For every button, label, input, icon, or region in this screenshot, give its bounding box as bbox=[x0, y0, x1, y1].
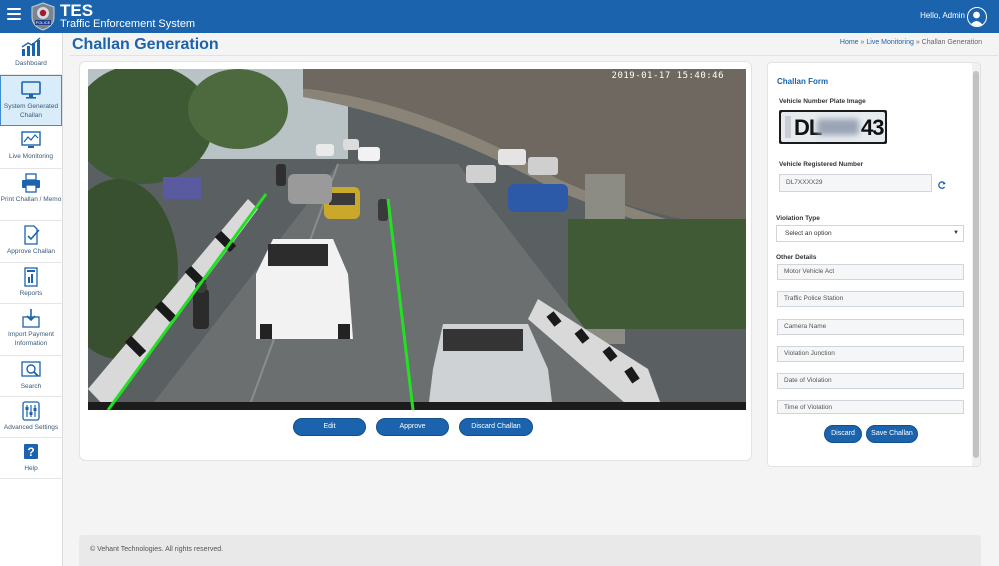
sidebar-item-label: Help bbox=[24, 465, 38, 472]
app-name: TES bbox=[60, 1, 94, 20]
save-challan-button[interactable]: Save Challan bbox=[866, 425, 918, 443]
sidebar-item-label: Reports bbox=[19, 290, 43, 297]
discard-challan-button[interactable]: Discard Challan bbox=[459, 418, 533, 436]
form-scrollbar[interactable] bbox=[972, 63, 980, 466]
page-title: Challan Generation bbox=[72, 36, 219, 53]
violation-type-selected: Select an option bbox=[785, 230, 832, 237]
breadcrumb-home[interactable]: Home bbox=[840, 39, 859, 46]
sidebar-item-dashboard[interactable]: Dashboard bbox=[0, 33, 62, 75]
discard-button[interactable]: Discard bbox=[824, 425, 862, 443]
sidebar-item-help[interactable]: ? Help bbox=[0, 438, 62, 479]
sidebar-item-label: System Generated Challan bbox=[3, 103, 59, 119]
monitor-icon bbox=[21, 81, 41, 99]
svg-text:?: ? bbox=[27, 445, 34, 459]
traffic-police-station-field[interactable]: Traffic Police Station bbox=[777, 291, 964, 307]
user-avatar-icon[interactable] bbox=[967, 7, 987, 27]
police-logo: POLICE bbox=[31, 2, 55, 31]
breadcrumb-current: Challan Generation bbox=[921, 39, 982, 46]
approve-button[interactable]: Approve bbox=[376, 418, 449, 436]
chevron-down-icon: ▼ bbox=[953, 230, 959, 236]
sidebar-item-print-challan[interactable]: Print Challan / Memo bbox=[0, 169, 62, 221]
app-subtitle: Traffic Enforcement System bbox=[60, 18, 196, 30]
violation-type-select[interactable]: Select an option ▼ bbox=[776, 225, 964, 242]
sidebar-item-import-payment[interactable]: Import Payment Information bbox=[0, 304, 62, 356]
sidebar-item-label: Import Payment Information bbox=[8, 331, 54, 347]
bar-chart-icon bbox=[21, 37, 41, 56]
camera-name-field[interactable]: Camera Name bbox=[777, 319, 964, 335]
sidebar-item-label: Print Challan / Memo bbox=[0, 196, 62, 203]
other-details-label: Other Details bbox=[776, 254, 817, 261]
approve-document-icon bbox=[24, 225, 40, 245]
plate-image-label: Vehicle Number Plate Image bbox=[779, 98, 866, 105]
edit-button[interactable]: Edit bbox=[293, 418, 366, 436]
logo-text: POLICE bbox=[36, 20, 51, 25]
breadcrumb: Home » Live Monitoring » Challan Generat… bbox=[840, 39, 982, 46]
breadcrumb-separator: » bbox=[915, 39, 920, 46]
report-icon bbox=[24, 267, 38, 287]
plate-ind-strip bbox=[785, 116, 791, 138]
breadcrumb-separator: » bbox=[860, 39, 865, 46]
time-of-violation-field[interactable]: Time of Violation bbox=[777, 400, 964, 414]
header-divider bbox=[70, 55, 998, 56]
sidebar: Dashboard System Generated Challan Live … bbox=[0, 33, 63, 566]
sidebar-item-label: Advanced Settings bbox=[3, 424, 59, 431]
date-of-violation-field[interactable]: Date of Violation bbox=[777, 373, 964, 389]
footer: © Vehant Technologies. All rights reserv… bbox=[79, 535, 981, 566]
trend-monitor-icon bbox=[21, 131, 41, 148]
menu-icon[interactable] bbox=[7, 8, 21, 23]
sidebar-item-search[interactable]: Search bbox=[0, 356, 62, 397]
sidebar-item-label: Live Monitoring bbox=[8, 153, 54, 160]
sidebar-item-reports[interactable]: Reports bbox=[0, 263, 62, 304]
violation-junction-field[interactable]: Violation Junction bbox=[777, 346, 964, 362]
form-title: Challan Form bbox=[777, 77, 829, 86]
printer-icon bbox=[22, 173, 40, 193]
import-icon bbox=[22, 309, 40, 328]
breadcrumb-live-monitoring[interactable]: Live Monitoring bbox=[866, 39, 913, 46]
sidebar-item-label: Search bbox=[20, 383, 42, 390]
help-icon: ? bbox=[24, 444, 38, 459]
challan-form: Challan Form Vehicle Number Plate Image … bbox=[767, 62, 981, 467]
camera-timestamp: 2019-01-17 15:40:46 bbox=[611, 71, 724, 81]
sliders-icon bbox=[22, 401, 40, 421]
refresh-icon[interactable] bbox=[937, 180, 947, 190]
sidebar-item-approve-challan[interactable]: Approve Challan bbox=[0, 221, 62, 263]
top-header: POLICE TES Traffic Enforcement System He… bbox=[0, 0, 999, 33]
sidebar-item-live-monitoring[interactable]: Live Monitoring bbox=[0, 126, 62, 169]
sidebar-item-system-generated-challan[interactable]: System Generated Challan bbox=[0, 75, 62, 126]
form-scrollbar-thumb[interactable] bbox=[973, 71, 979, 458]
traffic-camera-image: 2019-01-17 15:40:46 bbox=[88, 69, 746, 410]
sidebar-item-advanced-settings[interactable]: Advanced Settings bbox=[0, 397, 62, 438]
plate-blur bbox=[817, 119, 859, 135]
violation-type-label: Violation Type bbox=[776, 215, 820, 222]
registered-number-label: Vehicle Registered Number bbox=[779, 161, 864, 168]
traffic-scene bbox=[88, 69, 746, 410]
copyright-text: © Vehant Technologies. All rights reserv… bbox=[90, 546, 224, 553]
challan-image-card: 2019-01-17 15:40:46 Edit Approve Discard… bbox=[79, 61, 752, 461]
number-plate-image: DL 43 bbox=[779, 110, 887, 144]
sidebar-item-label: Dashboard bbox=[15, 60, 47, 67]
sidebar-item-label: Approve Challan bbox=[6, 248, 56, 255]
search-icon bbox=[21, 361, 41, 377]
motor-vehicle-act-field[interactable]: Motor Vehicle Act bbox=[777, 264, 964, 280]
plate-text-right: 43 bbox=[861, 115, 885, 140]
registered-number-field[interactable]: DL7XXXX29 bbox=[779, 174, 932, 192]
user-greeting: Hello, Admin bbox=[920, 11, 965, 20]
